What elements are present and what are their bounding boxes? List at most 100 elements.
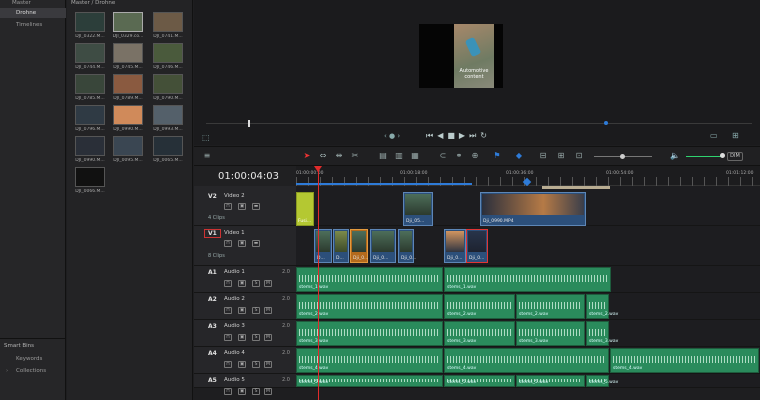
fullscreen-icon[interactable]: ▭ bbox=[710, 131, 718, 140]
jog-control-icon[interactable]: ‹ ● › bbox=[384, 132, 400, 140]
clip-thumbnail[interactable] bbox=[113, 74, 143, 94]
clip-thumbnail[interactable] bbox=[75, 74, 105, 94]
solo-icon[interactable]: S bbox=[252, 334, 260, 341]
track-name[interactable]: Audio 2 bbox=[224, 296, 245, 302]
zoom-full-icon[interactable]: ⊟ bbox=[538, 151, 548, 161]
audio-clip[interactable]: stems_5.wav bbox=[586, 375, 618, 387]
lock-icon[interactable]: ⊓ bbox=[224, 388, 232, 395]
viewer-frame[interactable]: Automotive content bbox=[419, 24, 503, 88]
solo-icon[interactable]: S bbox=[252, 361, 260, 368]
timeline-options-icon[interactable]: ≡ bbox=[202, 151, 212, 161]
crop-icon[interactable]: ⬚ bbox=[202, 133, 210, 142]
solo-icon[interactable]: S bbox=[252, 388, 260, 395]
lock-icon[interactable]: ⊓ bbox=[224, 334, 232, 341]
audio-clip[interactable]: stems_2.wav bbox=[586, 294, 618, 319]
track-enable-icon[interactable]: ▬ bbox=[252, 203, 260, 210]
clip-thumbnail[interactable] bbox=[113, 12, 143, 32]
track-enable-icon[interactable]: ▬ bbox=[252, 240, 260, 247]
video-clip[interactable]: Dji_0990.MP4 bbox=[480, 192, 586, 226]
lock-icon[interactable]: ⊓ bbox=[224, 280, 232, 287]
audio-clip[interactable]: stems_2.wav bbox=[516, 294, 585, 319]
track-name[interactable]: Audio 1 bbox=[224, 269, 245, 275]
clip-thumbnail[interactable] bbox=[75, 105, 105, 125]
speaker-icon[interactable]: 🔈 bbox=[670, 151, 680, 161]
video-clip[interactable]: Dji_05... bbox=[403, 192, 433, 226]
bin-timelines[interactable]: Timelines bbox=[0, 20, 66, 30]
insert-clip-icon[interactable]: ▤ bbox=[378, 151, 388, 161]
auto-select-icon[interactable]: ▣ bbox=[238, 361, 246, 368]
clip-thumbnail[interactable] bbox=[153, 105, 183, 125]
selection-tool-icon[interactable]: ➤ bbox=[302, 151, 312, 161]
safe-area-icon[interactable]: ⊞ bbox=[732, 131, 739, 140]
mute-icon[interactable]: M bbox=[264, 388, 272, 395]
zoom-slider[interactable] bbox=[594, 154, 652, 159]
snapping-icon[interactable]: ⊂ bbox=[438, 151, 448, 161]
clip-thumbnail[interactable] bbox=[113, 43, 143, 63]
dynamic-trim-icon[interactable]: ⇹ bbox=[334, 151, 344, 161]
clip-thumbnail[interactable] bbox=[153, 74, 183, 94]
clip-thumbnail[interactable] bbox=[113, 136, 143, 156]
audio-clip[interactable]: stems_4.wav bbox=[444, 348, 609, 373]
bin-drohne[interactable]: Drohne bbox=[0, 8, 66, 18]
clip-thumbnail[interactable] bbox=[75, 43, 105, 63]
zoom-custom-icon[interactable]: ⊡ bbox=[574, 151, 584, 161]
link-icon[interactable]: ⚭ bbox=[454, 151, 464, 161]
overwrite-clip-icon[interactable]: ▥ bbox=[394, 151, 404, 161]
auto-select-icon[interactable]: ▣ bbox=[238, 280, 246, 287]
volume-slider[interactable] bbox=[686, 156, 722, 157]
position-lock-icon[interactable]: ⊕ bbox=[470, 151, 480, 161]
marker-icon[interactable]: ◆ bbox=[514, 151, 524, 161]
auto-select-icon[interactable]: ▣ bbox=[238, 334, 246, 341]
video-clip[interactable]: D... bbox=[314, 229, 332, 263]
auto-select-icon[interactable]: ▣ bbox=[238, 307, 246, 314]
playhead[interactable] bbox=[314, 166, 322, 400]
clip-thumbnail[interactable] bbox=[75, 136, 105, 156]
clip-thumbnail[interactable] bbox=[113, 105, 143, 125]
bin-root-master[interactable]: Master bbox=[12, 0, 31, 6]
timecode-display[interactable]: 01:00:04:03 bbox=[218, 171, 279, 182]
clip-thumbnail[interactable] bbox=[75, 12, 105, 32]
scrubber-handle[interactable] bbox=[248, 120, 250, 127]
blade-tool-icon[interactable]: ✂ bbox=[350, 151, 360, 161]
audio-clip[interactable]: stems_5.wav bbox=[444, 375, 515, 387]
loop-icon[interactable]: ↻ bbox=[480, 131, 491, 140]
stop-icon[interactable]: ■ bbox=[447, 131, 459, 140]
zoom-detail-icon[interactable]: ⊞ bbox=[556, 151, 566, 161]
smartbin-collections[interactable]: Collections bbox=[16, 368, 46, 374]
video-clip[interactable]: Dji_0... bbox=[444, 229, 466, 263]
volume-handle[interactable] bbox=[720, 153, 725, 158]
viewer-scrubber[interactable] bbox=[206, 120, 752, 127]
audio-clip[interactable]: stems_2.wav bbox=[444, 294, 515, 319]
replace-clip-icon[interactable]: ▦ bbox=[410, 151, 420, 161]
audio-clip[interactable]: stems_3.wav bbox=[586, 321, 618, 346]
chevron-right-icon[interactable]: › bbox=[6, 368, 8, 374]
rewind-icon[interactable]: ◀ bbox=[437, 131, 447, 140]
clip-thumbnail[interactable] bbox=[153, 136, 183, 156]
lock-icon[interactable]: ⊓ bbox=[224, 240, 232, 247]
video-clip[interactable]: Dji_0... bbox=[370, 229, 396, 263]
timeline-ruler[interactable]: 01:00:00:00 01:00:18:00 01:00:36:00 01:0… bbox=[296, 166, 760, 187]
auto-select-icon[interactable]: ▣ bbox=[238, 388, 246, 395]
solo-icon[interactable]: S bbox=[252, 280, 260, 287]
mute-icon[interactable]: M bbox=[264, 307, 272, 314]
audio-clip[interactable]: stems_5.wav bbox=[516, 375, 585, 387]
playhead-handle[interactable] bbox=[314, 166, 322, 172]
mute-icon[interactable]: M bbox=[264, 280, 272, 287]
video-clip[interactable]: Dji_0... bbox=[398, 229, 416, 263]
solo-icon[interactable]: S bbox=[252, 307, 260, 314]
track-id[interactable]: V1 bbox=[204, 229, 221, 238]
track-name[interactable]: Audio 5 bbox=[224, 377, 245, 383]
auto-select-icon[interactable]: ▣ bbox=[238, 203, 246, 210]
track-name[interactable]: Video 2 bbox=[224, 193, 245, 199]
mute-icon[interactable]: M bbox=[264, 361, 272, 368]
fusion-clip[interactable]: Fusi... bbox=[296, 192, 314, 226]
trim-tool-icon[interactable]: ⇔ bbox=[318, 151, 328, 161]
last-frame-icon[interactable]: ⏭ bbox=[469, 131, 480, 140]
flag-icon[interactable]: ⚑ bbox=[492, 151, 502, 161]
zoom-slider-handle[interactable] bbox=[620, 154, 625, 159]
audio-clip[interactable]: stems_4.wav bbox=[610, 348, 759, 373]
track-name[interactable]: Audio 3 bbox=[224, 323, 245, 329]
audio-clip[interactable]: stems_3.wav bbox=[444, 321, 515, 346]
audio-clip[interactable]: stems_1.wav bbox=[444, 267, 611, 292]
video-clip[interactable]: D... bbox=[333, 229, 349, 263]
